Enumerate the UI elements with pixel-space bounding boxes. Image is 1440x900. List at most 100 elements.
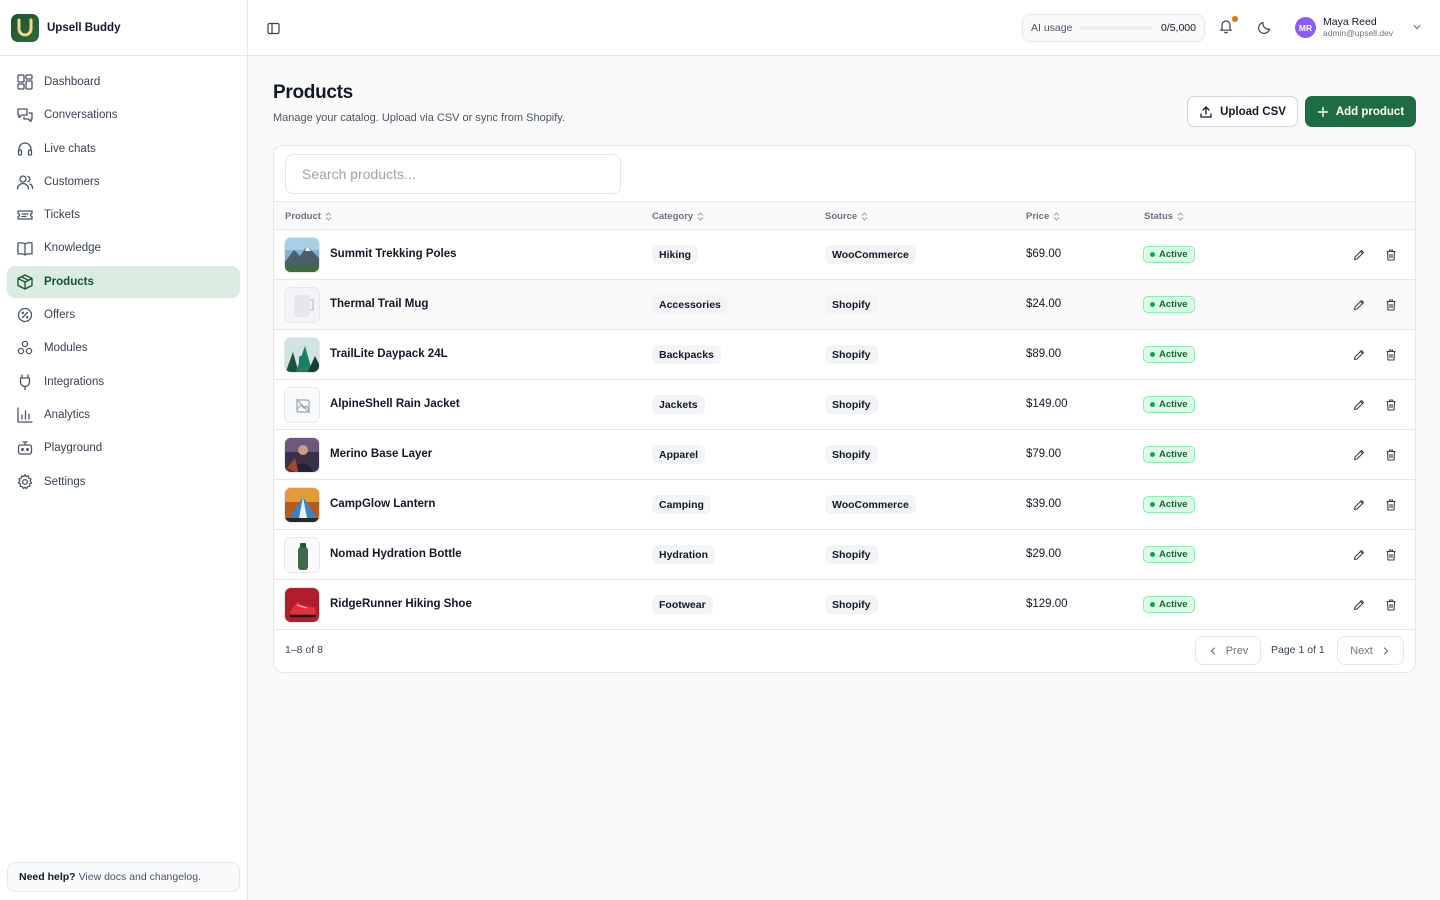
delete-button[interactable] — [1384, 598, 1398, 612]
delete-button[interactable] — [1384, 348, 1398, 362]
sidebar-item-settings[interactable]: Settings — [7, 466, 240, 498]
brand[interactable]: Upsell Buddy — [0, 0, 247, 56]
sidebar-item-knowledge[interactable]: Knowledge — [7, 232, 240, 264]
sidebar-item-offers[interactable]: Offers — [7, 299, 240, 331]
edit-button[interactable] — [1352, 548, 1366, 562]
row-count: 1–8 of 8 — [285, 644, 323, 656]
sidebar-item-integrations[interactable]: Integrations — [7, 366, 240, 398]
sidebar-item-label: Offers — [44, 309, 76, 322]
column-header-product[interactable]: Product — [285, 211, 332, 222]
column-header-status[interactable]: Status — [1144, 211, 1184, 222]
table-row[interactable]: AlpineShell Rain Jacket Jackets Shopify … — [274, 380, 1415, 430]
delete-button[interactable] — [1384, 448, 1398, 462]
status-label: Active — [1159, 249, 1188, 260]
sidebar-item-conversations[interactable]: Conversations — [7, 99, 240, 131]
pencil-icon — [1353, 599, 1365, 611]
notifications-button[interactable] — [1218, 16, 1238, 38]
source-badge: Shopify — [825, 595, 878, 614]
delete-button[interactable] — [1384, 498, 1398, 512]
sidebar-item-tickets[interactable]: Tickets — [7, 199, 240, 231]
modules-icon — [17, 341, 33, 355]
status-badge: Active — [1143, 296, 1195, 313]
product-name[interactable]: TrailLite Daypack 24L — [330, 348, 448, 360]
product-name[interactable]: Summit Trekking Poles — [330, 248, 457, 260]
product-thumbnail[interactable] — [284, 337, 320, 373]
product-thumbnail[interactable] — [284, 237, 320, 273]
edit-button[interactable] — [1352, 398, 1366, 412]
sidebar-item-products[interactable]: Products — [7, 265, 240, 298]
delete-button[interactable] — [1384, 548, 1398, 562]
product-name[interactable]: RidgeRunner Hiking Shoe — [330, 598, 472, 610]
product-thumbnail[interactable] — [284, 287, 320, 323]
sidebar-item-label: Products — [44, 275, 94, 288]
status-badge: Active — [1143, 446, 1195, 463]
ai-usage-label: AI usage — [1031, 22, 1073, 34]
sidebar-item-customers[interactable]: Customers — [7, 166, 240, 198]
edit-button[interactable] — [1352, 298, 1366, 312]
delete-button[interactable] — [1384, 398, 1398, 412]
edit-button[interactable] — [1352, 498, 1366, 512]
delete-button[interactable] — [1384, 248, 1398, 262]
status-label: Active — [1159, 399, 1188, 410]
add-product-button[interactable]: Add product — [1305, 96, 1416, 127]
pencil-icon — [1353, 299, 1365, 311]
user-name[interactable]: Maya Reed — [1323, 16, 1377, 28]
sidebar-toggle-icon — [266, 22, 280, 34]
help-box[interactable]: Need help? View docs and changelog. — [7, 862, 240, 892]
sidebar-toggle-button[interactable] — [264, 19, 282, 37]
help-title: Need help? — [19, 871, 76, 883]
next-page-button[interactable]: Next — [1337, 636, 1404, 665]
product-name[interactable]: CampGlow Lantern — [330, 498, 435, 510]
upload-csv-button[interactable]: Upload CSV — [1187, 96, 1298, 127]
product-name[interactable]: AlpineShell Rain Jacket — [330, 398, 460, 410]
user-menu-button[interactable] — [1411, 21, 1423, 33]
product-thumbnail[interactable] — [284, 487, 320, 523]
avatar[interactable]: MR — [1295, 17, 1316, 38]
product-thumbnail[interactable] — [284, 387, 320, 423]
pencil-icon — [1353, 549, 1365, 561]
sidebar-item-modules[interactable]: Modules — [7, 332, 240, 364]
trash-icon — [1386, 399, 1396, 411]
sidebar-item-playground[interactable]: Playground — [7, 432, 240, 464]
ai-usage-meter[interactable]: AI usage 0/5,000 — [1022, 14, 1205, 42]
sidebar-item-analytics[interactable]: Analytics — [7, 399, 240, 431]
column-header-source[interactable]: Source — [825, 211, 868, 222]
status-dot — [1150, 602, 1155, 607]
source-badge: WooCommerce — [825, 245, 916, 264]
box-icon — [17, 274, 33, 290]
column-header-category[interactable]: Category — [652, 211, 704, 222]
brand-logo — [11, 13, 39, 42]
product-name[interactable]: Nomad Hydration Bottle — [330, 548, 462, 560]
product-thumbnail[interactable] — [284, 537, 320, 573]
delete-button[interactable] — [1384, 298, 1398, 312]
table-row[interactable]: Nomad Hydration Bottle Hydration Shopify… — [274, 530, 1415, 580]
upload-csv-label: Upload CSV — [1220, 105, 1286, 118]
edit-button[interactable] — [1352, 248, 1366, 262]
product-name[interactable]: Merino Base Layer — [330, 448, 432, 460]
table-row[interactable]: RidgeRunner Hiking Shoe Footwear Shopify… — [274, 580, 1415, 630]
plug-icon — [19, 374, 31, 390]
status-badge: Active — [1143, 396, 1195, 413]
edit-button[interactable] — [1352, 348, 1366, 362]
edit-button[interactable] — [1352, 598, 1366, 612]
source-badge: Shopify — [825, 345, 878, 364]
offer-badge-icon — [17, 307, 33, 323]
product-thumbnail[interactable] — [284, 587, 320, 623]
conversations-icon — [17, 108, 33, 123]
sidebar-item-label: Live chats — [44, 142, 96, 155]
sidebar-item-dashboard[interactable]: Dashboard — [7, 66, 240, 98]
search-input[interactable] — [285, 154, 621, 194]
page-title: Products — [273, 82, 353, 103]
theme-toggle-button[interactable] — [1257, 19, 1275, 37]
sidebar-item-live-chats[interactable]: Live chats — [7, 133, 240, 165]
edit-button[interactable] — [1352, 448, 1366, 462]
table-row[interactable]: CampGlow Lantern Camping WooCommerce $39… — [274, 480, 1415, 530]
product-thumbnail[interactable] — [284, 437, 320, 473]
prev-page-button[interactable]: Prev — [1195, 636, 1261, 665]
table-row[interactable]: Merino Base Layer Apparel Shopify $79.00… — [274, 430, 1415, 480]
table-row[interactable]: Thermal Trail Mug Accessories Shopify $2… — [274, 280, 1415, 330]
column-header-price[interactable]: Price — [1026, 211, 1060, 222]
table-row[interactable]: Summit Trekking Poles Hiking WooCommerce… — [274, 230, 1415, 280]
table-row[interactable]: TrailLite Daypack 24L Backpacks Shopify … — [274, 330, 1415, 380]
product-name[interactable]: Thermal Trail Mug — [330, 298, 428, 310]
